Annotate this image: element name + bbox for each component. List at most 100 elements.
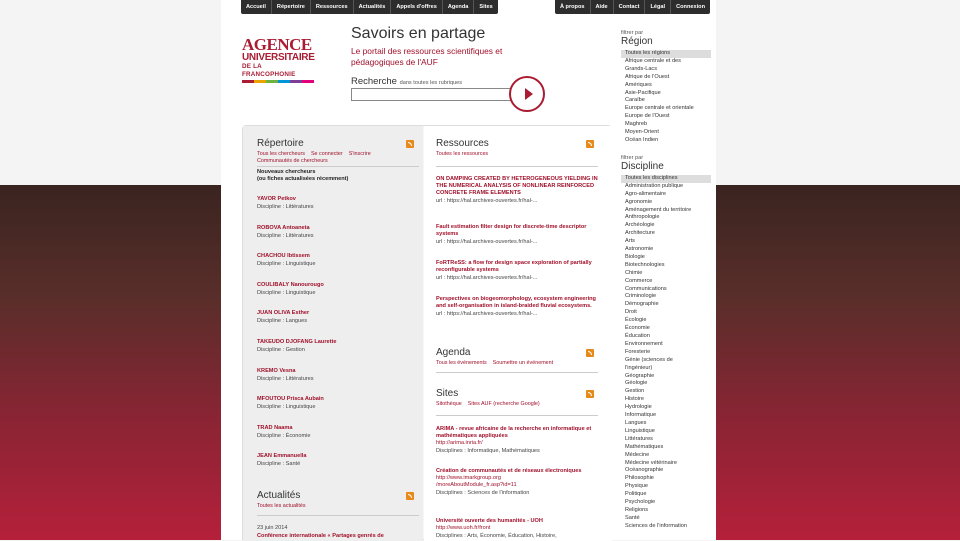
nav-link[interactable]: Connexion <box>671 0 710 14</box>
discipline-filter-item[interactable]: Médecine <box>621 452 711 460</box>
nav-link[interactable]: Aide <box>591 0 614 14</box>
region-filter-item[interactable]: Asie-Pacifique <box>621 90 711 98</box>
site-url[interactable]: http://www.uoh.fr/front <box>436 525 601 532</box>
discipline-filter-item[interactable]: Commerce <box>621 278 711 286</box>
resource-url[interactable]: url : https://hal.archives-ouvertes.fr/h… <box>436 274 601 283</box>
discipline-filter-item[interactable]: Physique <box>621 483 711 491</box>
researcher-name[interactable]: TRAD Naama <box>257 424 310 432</box>
news-item-title[interactable]: Conférence internationale « Partages gen… <box>257 533 384 539</box>
region-filter-item[interactable]: Maghreb <box>621 121 711 129</box>
discipline-filter-item[interactable]: Archéologie <box>621 222 711 230</box>
resource-title[interactable]: Fault estimation filter design for discr… <box>436 224 601 238</box>
nav-link[interactable]: Répertoire <box>272 0 311 14</box>
discipline-filter-item[interactable]: Agronomie <box>621 199 711 207</box>
discipline-filter-item[interactable]: Démographie <box>621 301 711 309</box>
rss-icon[interactable] <box>406 140 414 148</box>
resource-title[interactable]: FoRTReSS: a flow for design space explor… <box>436 260 601 274</box>
resource-url[interactable]: url : https://hal.archives-ouvertes.fr/h… <box>436 310 601 319</box>
sites-title[interactable]: Sites <box>436 388 458 399</box>
nav-link[interactable]: Contact <box>614 0 646 14</box>
nav-link[interactable]: Agenda <box>443 0 475 14</box>
researcher-name[interactable]: ROBOVA Antoaneta <box>257 224 314 232</box>
nav-link[interactable]: Appels d'offres <box>391 0 443 14</box>
discipline-filter-item[interactable]: Philosophie <box>621 475 711 483</box>
discipline-filter-item[interactable]: Politique <box>621 491 711 499</box>
researcher-name[interactable]: CHACHOU Ibtissem <box>257 252 315 260</box>
discipline-filter-item[interactable]: Littératures <box>621 436 711 444</box>
actualites-title[interactable]: Actualités <box>257 490 300 501</box>
rss-icon[interactable] <box>586 349 594 357</box>
discipline-filter-item[interactable]: Criminologie <box>621 293 711 301</box>
discipline-filter-item[interactable]: Biotechnologies <box>621 262 711 270</box>
discipline-filter-item[interactable]: Astronomie <box>621 246 711 254</box>
discipline-filter-item[interactable]: Océanographie <box>621 467 711 475</box>
nav-link[interactable]: À propos <box>555 0 591 14</box>
repertoire-link[interactable]: S'inscrire <box>349 151 371 157</box>
region-filter-item[interactable]: Moyen-Orient <box>621 129 711 137</box>
communities-link[interactable]: Communautés de chercheurs <box>257 158 328 164</box>
rss-icon[interactable] <box>406 492 414 500</box>
discipline-filter-item[interactable]: Linguistique <box>621 428 711 436</box>
resource-url[interactable]: url : https://hal.archives-ouvertes.fr/h… <box>436 197 601 206</box>
discipline-filter-item[interactable]: Sciences de l'information <box>621 523 711 531</box>
researcher-name[interactable]: JUAN OLIVA Esther <box>257 309 309 317</box>
nav-link[interactable]: Accueil <box>241 0 272 14</box>
discipline-filter-item[interactable]: Histoire <box>621 396 711 404</box>
discipline-filter-item[interactable]: Toutes les disciplines <box>621 174 711 183</box>
site-title[interactable]: ARIMA - revue africaine de la recherche … <box>436 426 601 440</box>
discipline-filter-item[interactable]: Foresterie <box>621 349 711 357</box>
discipline-filter-item[interactable]: Arts <box>621 238 711 246</box>
resource-title[interactable]: ON DAMPING CREATED BY HETEROGENEOUS YIEL… <box>436 176 601 197</box>
site-url[interactable]: http://www.imarkgroup.org <box>436 475 601 482</box>
discipline-filter-item[interactable]: Anthropologie <box>621 214 711 222</box>
discipline-filter-item[interactable]: Administration publique <box>621 183 711 191</box>
researcher-name[interactable]: MFOUTOU Prisca Aubain <box>257 395 324 403</box>
agenda-link[interactable]: Soumettre un événement <box>493 360 554 366</box>
discipline-filter-item[interactable]: Aménagement du territoire <box>621 207 711 215</box>
discipline-filter-item[interactable]: Santé <box>621 515 711 523</box>
discipline-filter-item[interactable]: Environnement <box>621 341 711 349</box>
discipline-filter-item[interactable]: Agro-alimentaire <box>621 191 711 199</box>
resource-title[interactable]: Perspectives on biogeomorphology, ecosys… <box>436 296 601 310</box>
researcher-name[interactable]: COULIBALY Nanourougo <box>257 281 324 289</box>
agenda-link[interactable]: Tous les événements <box>436 360 487 366</box>
sites-link[interactable]: Sites AUF (recherche Google) <box>468 401 540 407</box>
discipline-filter-item[interactable]: Architecture <box>621 230 711 238</box>
researcher-name[interactable]: JEAN Emmanuella <box>257 452 306 460</box>
region-filter-item[interactable]: Europe de l'Ouest <box>621 113 711 121</box>
nav-link[interactable]: Légal <box>645 0 672 14</box>
discipline-filter-item[interactable]: Communications <box>621 286 711 294</box>
region-filter-item[interactable]: Grands-Lacs <box>621 66 711 74</box>
discipline-filter-item[interactable]: Médecine vétérinaire <box>621 460 711 468</box>
nav-link[interactable]: Ressources <box>311 0 354 14</box>
discipline-filter-item[interactable]: Droit <box>621 309 711 317</box>
discipline-filter-item[interactable]: Économie <box>621 325 711 333</box>
ressources-title[interactable]: Ressources <box>436 138 489 149</box>
region-filter-item[interactable]: Caraïbe <box>621 97 711 105</box>
discipline-filter-item[interactable]: Géographie <box>621 373 711 381</box>
site-url[interactable]: http://arima.inria.fr/ <box>436 440 601 447</box>
discipline-filter-item[interactable]: Mathématiques <box>621 444 711 452</box>
sites-link[interactable]: Sitothèque <box>436 401 462 407</box>
region-filter-item[interactable]: Afrique centrale et des <box>621 58 711 66</box>
discipline-filter-item[interactable]: Géologie <box>621 380 711 388</box>
region-filter-item[interactable]: Amériques <box>621 82 711 90</box>
site-url-cont[interactable]: /moreAboutModule_fr.asp?id=11 <box>436 482 601 489</box>
discipline-filter-item[interactable]: Chimie <box>621 270 711 278</box>
actualites-link[interactable]: Toutes les actualités <box>257 503 306 510</box>
discipline-filter-item[interactable]: Gestion <box>621 388 711 396</box>
discipline-filter-item[interactable]: Psychologie <box>621 499 711 507</box>
nav-link[interactable]: Actualités <box>354 0 392 14</box>
discipline-filter-item[interactable]: Génie (sciences de <box>621 357 711 365</box>
search-button[interactable] <box>509 76 545 112</box>
researcher-name[interactable]: KREMO Vesna <box>257 367 314 375</box>
discipline-filter-item[interactable]: Langues <box>621 420 711 428</box>
region-filter-item[interactable]: Afrique de l'Ouest <box>621 74 711 82</box>
researcher-name[interactable]: TAKEUDO DJOFANG Laurette <box>257 338 336 346</box>
discipline-filter-item[interactable]: Écologie <box>621 317 711 325</box>
ressources-link[interactable]: Toutes les ressources <box>436 151 488 158</box>
auf-logo[interactable]: AGENCE UNIVERSITAIRE DE LA FRANCOPHONIE <box>242 36 315 90</box>
rss-icon[interactable] <box>586 140 594 148</box>
site-title[interactable]: Création de communautés et de réseaux él… <box>436 468 601 475</box>
rss-icon[interactable] <box>586 390 594 398</box>
